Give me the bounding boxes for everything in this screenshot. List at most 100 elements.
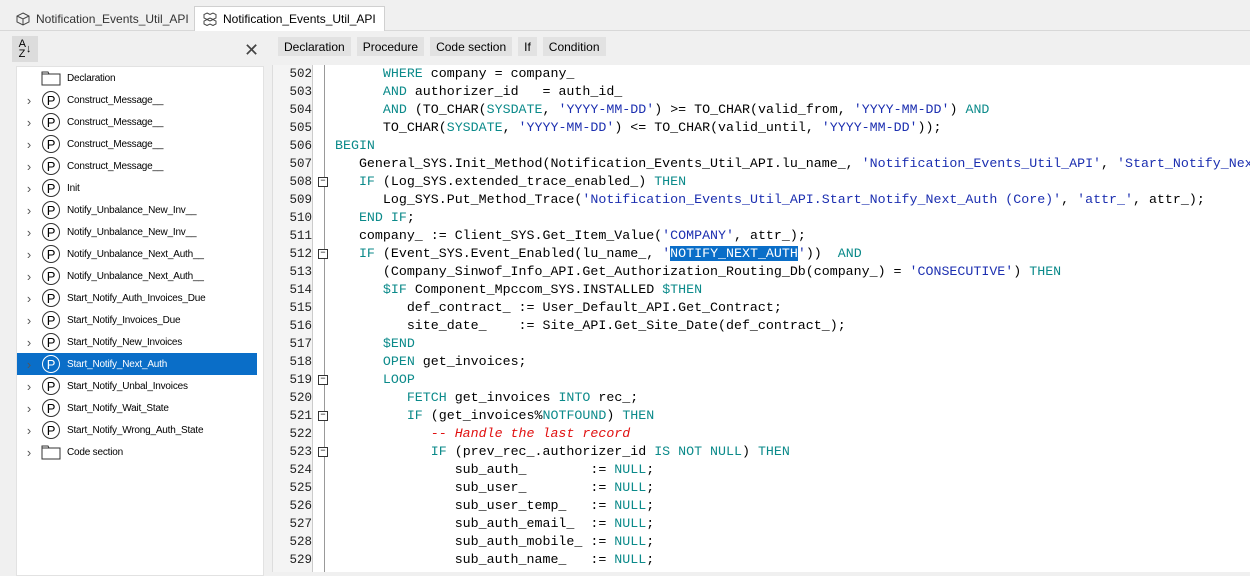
code-text: END IF;	[335, 209, 415, 227]
filter-button-code-section[interactable]: Code section	[430, 37, 513, 56]
tree-item[interactable]: › P Notify_Unbalance_Next_Auth__	[17, 243, 257, 265]
code-line: 503 AND authorizer_id = auth_id_	[273, 83, 1250, 101]
code-text: $END	[335, 335, 415, 353]
tree-item[interactable]: › P Construct_Message__	[17, 89, 257, 111]
code-text: (Company_Sinwof_Info_API.Get_Authorizati…	[335, 263, 1061, 281]
tree-item[interactable]: › P Start_Notify_Wrong_Auth_State	[17, 419, 257, 441]
tree-item[interactable]: › P Start_Notify_Invoices_Due	[17, 309, 257, 331]
string-literal: 'Notification_Events_Util_API.Start_Noti…	[582, 192, 1062, 207]
line-number: 524	[289, 463, 312, 477]
keyword: IF	[358, 174, 375, 189]
code-token: ) >= TO_CHAR(valid_from,	[654, 102, 854, 117]
tree-item-label: Construct_Message__	[67, 116, 164, 128]
code-text: site_date_ := Site_API.Get_Site_Date(def…	[335, 317, 846, 335]
code-line: 502 WHERE company = company_	[273, 65, 1250, 83]
line-number: 511	[289, 229, 312, 243]
line-number: 518	[289, 355, 312, 369]
tree-item-label: Start_Notify_Auth_Invoices_Due	[67, 292, 206, 304]
tree-item[interactable]: › P Construct_Message__	[17, 111, 257, 133]
filter-button-if[interactable]: If	[518, 37, 537, 56]
code-text: IF (get_invoices%NOTFOUND) THEN	[335, 407, 654, 425]
code-token: ,	[502, 120, 519, 135]
tree-item-label: Construct_Message__	[67, 138, 164, 150]
chevron-right-icon[interactable]: ›	[17, 291, 41, 306]
tree-item[interactable]: › P Notify_Unbalance_Next_Auth__	[17, 265, 257, 287]
chevron-right-icon[interactable]: ›	[17, 93, 41, 108]
code-line: 522 -- Handle the last record	[273, 425, 1250, 443]
sort-alpha-button[interactable]: A Z ↓	[12, 36, 38, 62]
keyword: NULL	[614, 534, 647, 549]
code-token: ));	[917, 120, 942, 135]
tree-item[interactable]: › Code section	[17, 441, 257, 463]
tab-package-spec[interactable]: Notification_Events_Util_API	[8, 6, 197, 31]
close-icon[interactable]: ✕	[244, 40, 259, 61]
chevron-right-icon[interactable]: ›	[17, 269, 41, 284]
chevron-right-icon[interactable]: ›	[17, 203, 41, 218]
code-token: sub_auth_ :=	[335, 462, 615, 477]
chevron-right-icon[interactable]: ›	[17, 335, 41, 350]
code-line: 519− LOOP	[273, 371, 1250, 389]
filter-button-condition[interactable]: Condition	[542, 37, 606, 56]
code-line: 527 sub_auth_email_ := NULL;	[273, 515, 1250, 533]
tree-item-label: Start_Notify_New_Invoices	[67, 336, 183, 348]
line-number: 512	[289, 247, 312, 261]
chevron-right-icon[interactable]: ›	[17, 225, 41, 240]
collapse-icon[interactable]: −	[318, 177, 328, 187]
collapse-icon[interactable]: −	[318, 411, 328, 421]
code-line: 508− IF (Log_SYS.extended_trace_enabled_…	[273, 173, 1250, 191]
tree-item[interactable]: › P Start_Notify_Wait_State	[17, 397, 257, 419]
chevron-right-icon[interactable]: ›	[17, 313, 41, 328]
filter-button-declaration[interactable]: Declaration	[278, 37, 351, 56]
code-editor[interactable]: 502 WHERE company = company_ 503 AND auth…	[272, 65, 1250, 572]
code-token: (prev_rec_.authorizer_id	[446, 444, 655, 459]
tree-item[interactable]: › P Start_Notify_Unbal_Invoices	[17, 375, 257, 397]
string-literal: 'YYYY-MM-DD'	[558, 102, 655, 117]
tree-item[interactable]: Declaration	[17, 67, 257, 89]
tree-item[interactable]: › P Notify_Unbalance_New_Inv__	[17, 199, 257, 221]
tab-package-body[interactable]: Notification_Events_Util_API	[194, 6, 385, 31]
chevron-right-icon[interactable]: ›	[17, 401, 41, 416]
collapse-icon[interactable]: −	[318, 249, 328, 259]
line-number: 522	[289, 427, 312, 441]
keyword: NOTFOUND	[542, 408, 607, 423]
code-token: )	[949, 102, 966, 117]
code-text: sub_user_temp_ := NULL;	[335, 497, 655, 515]
tree-item-label: Construct_Message__	[67, 160, 164, 172]
chevron-right-icon[interactable]: ›	[17, 357, 41, 372]
chevron-right-icon[interactable]: ›	[17, 181, 41, 196]
code-line: 510 END IF;	[273, 209, 1250, 227]
tree-item[interactable]: › P Construct_Message__	[17, 155, 257, 177]
procedure-icon: P	[41, 420, 61, 440]
tree-item[interactable]: › P Start_Notify_New_Invoices	[17, 331, 257, 353]
tree-item[interactable]: › P Notify_Unbalance_New_Inv__	[17, 221, 257, 243]
keyword: FETCH	[406, 390, 447, 405]
chevron-right-icon[interactable]: ›	[17, 445, 41, 460]
code-token: ))	[805, 246, 822, 261]
string-literal: '	[797, 246, 806, 261]
filter-button-procedure[interactable]: Procedure	[356, 37, 425, 56]
code-token: ;	[646, 498, 655, 513]
tree-item[interactable]: › P Start_Notify_Auth_Invoices_Due	[17, 287, 257, 309]
chevron-right-icon[interactable]: ›	[17, 159, 41, 174]
tree-item[interactable]: › P Init	[17, 177, 257, 199]
code-text: BEGIN	[335, 137, 375, 155]
chevron-right-icon[interactable]: ›	[17, 247, 41, 262]
chevron-right-icon[interactable]: ›	[17, 379, 41, 394]
tree-item[interactable]: › P Start_Notify_Next_Auth	[17, 353, 257, 375]
code-token: )	[1013, 264, 1030, 279]
collapse-icon[interactable]: −	[318, 447, 328, 457]
collapse-icon[interactable]: −	[318, 375, 328, 385]
code-line: 513 (Company_Sinwof_Info_API.Get_Authori…	[273, 263, 1250, 281]
tree-item[interactable]: › P Construct_Message__	[17, 133, 257, 155]
chevron-right-icon[interactable]: ›	[17, 137, 41, 152]
code-text: def_contract_ := User_Default_API.Get_Co…	[335, 299, 782, 317]
keyword: IF	[406, 408, 423, 423]
chevron-right-icon[interactable]: ›	[17, 115, 41, 130]
tab-bar: Notification_Events_Util_API Notificatio…	[0, 0, 1250, 31]
code-token: site_date_ := Site_API.Get_Site_Date(def…	[335, 318, 846, 333]
chevron-right-icon[interactable]: ›	[17, 423, 41, 438]
code-token: Log_SYS.Put_Method_Trace(	[335, 192, 583, 207]
